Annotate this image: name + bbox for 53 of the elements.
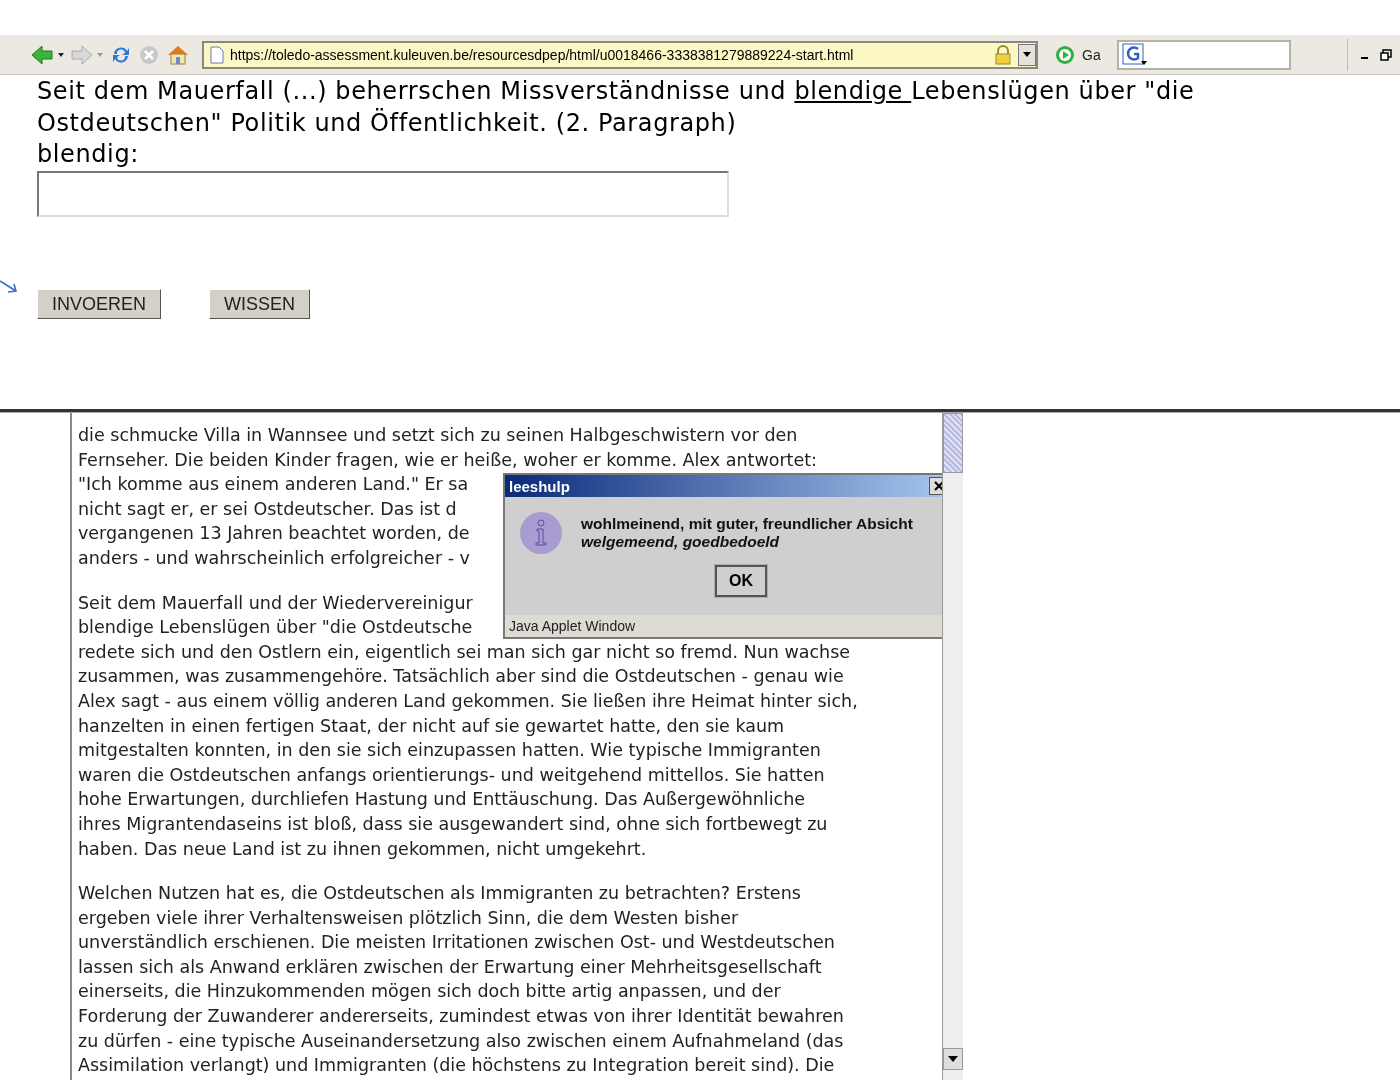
article-line: nicht sagt er, er sei Ostdeutscher. Das ist d [78,497,457,521]
page-icon [210,45,224,64]
definition-text: wohlmeinend, mit guter, freundlicher Absicht [581,515,913,533]
down-arrow-icon [948,1056,958,1062]
article-line: haben. Das neue Land ist zu ihnen gekommen, nicht umgekehrt. [78,837,647,861]
article-line: redete sich und den Ostlern ein, eigentlich sei man sich gar nicht so fremd. Nun wachse [78,640,851,664]
dropdown-button[interactable] [1018,43,1036,66]
article-line: Assimilation verlangt) und Immigranten (die höchstens zu Integration bereit sind). Die [78,1054,835,1078]
article-line: hohe Erwartungen, durchliefen Hastung und Enttäuschung. Das Außergewöhnliche [78,788,806,812]
address-field[interactable]: https://toledo-assessment.kuleuven.be/resourcesdpep/html/u0018466-3338381279889224-start.html [202,40,1038,69]
home-icon[interactable] [166,43,190,66]
article-line: ihres Migrantendaseins ist bloß, dass sie ausgewandert sind, ohne sich fortbewegt zu [78,812,828,836]
article-line: ergeben viele ihrer Verhaltensweisen plötzlich Sinn, die dem Westen bisher [78,906,739,930]
article-line: einerseits, die Hinzukommenden mögen sich doch bitte artig anpassen, und der [78,980,781,1004]
article-line: Alex sagt - aus einem völlig anderen Land gekommen. Sie ließen ihre Heimat hinter sich, [78,689,858,713]
scroll-down-button[interactable] [943,1048,963,1070]
ok-button[interactable]: OK [715,565,767,597]
article-line: blendige Lebenslügen über "die Ostdeutsche [78,616,473,640]
prompt-label: blendig: [37,139,140,169]
answer-field[interactable] [37,171,729,217]
article-line: mitgestalten konnten, in den sie sich einzupassen hatten. Wie typische Immigranten [78,739,821,763]
caret-icon [1023,52,1031,57]
article-line: vergangenen 13 Jahren beachtet worden, de [78,522,470,546]
article-line: hanzelten in einen fertigen Staat, der nicht auf sie gewartet hatte, den sie kaum [78,714,785,738]
translation-text: welgemeend, goedbedoeld [581,533,781,551]
article-line: lassen sich als Anwand erklären zwischen der Erwartung einer Mehrheitsgesellschaft [78,955,822,979]
dialog-title: leeshulp [509,477,570,495]
go-label[interactable]: Ga [1082,46,1101,63]
article-line: zu dürfen - eine typische Auseinandersetzung also zwischen einem Aufnahmeland (das [78,1029,844,1053]
article-line: Forderung der Zuwanderer andererseits, zumindest etwas von ihrer Identität bewahren [78,1005,844,1029]
url-text: https://toledo-assessment.kuleuven.be/resourcesdpep/html/u0018466-3338381279889224-start.html [230,46,855,63]
article-line: waren die Ostdeutschen anfangs orientierungs- und weitgehend mittellos. Sie hatten [78,763,825,787]
scrollbar-thumb[interactable] [943,413,963,473]
question-text: Seit dem Mauerfall (...) beherrschen Missverständnisse und blendige Lebenslügen über "die Ostdeutschen" Politik und Öffentlichkeit. (2. Paragraph) [37,76,1196,139]
article-line: Seit dem Mauerfall und der Wiedervereinigur [78,591,473,615]
article-line: anders - und wahrscheinlich erfolgreicher - v [78,546,470,570]
article-line: unverständlich erschienen. Die meisten Irritationen zwischen Ost- und Westdeutschen [78,931,835,955]
go-icon[interactable] [1054,43,1076,66]
submit-button[interactable]: INVOEREN [37,289,162,319]
back-icon[interactable] [30,43,64,66]
restore-icon[interactable] [1380,48,1392,61]
article-line: Fernseher. Die beiden Kinder fragen, wie er heiße, woher er komme. Alex antwortet: [78,448,817,472]
vertical-scrollbar[interactable] [942,413,963,1080]
search-engine-icon [1121,42,1148,67]
padlock-icon [994,44,1012,65]
footer-text: Java Applet Window [509,618,636,634]
search-field[interactable] [1116,39,1291,70]
info-icon [519,511,563,555]
article-line: "Ich komme aus einem anderen Land." Er sa [78,473,469,497]
article-line: zusammen, was zusammengehöre. Tatsächlich aber sind die Ostdeutschen - genau wie [78,665,844,689]
article-line: Welchen Nutzen hat es, die Ostdeutschen als Immigranten zu betrachten? Erstens [78,882,801,906]
clear-button[interactable]: WISSEN [209,289,311,319]
article-line: die schmucke Villa in Wannsee und setzt sich zu seinen Halbgeschwistern vor den [78,424,798,447]
